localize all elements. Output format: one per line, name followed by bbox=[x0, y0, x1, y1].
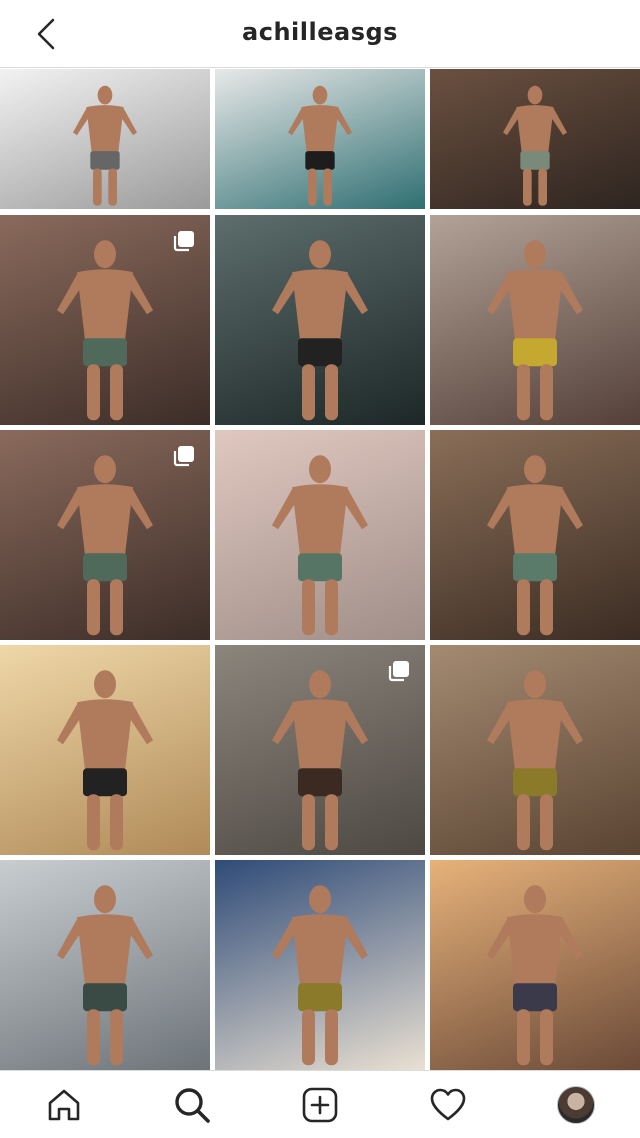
post-subject bbox=[57, 670, 153, 851]
grid-post-15[interactable] bbox=[430, 860, 640, 1070]
multiple-photos-icon bbox=[173, 231, 194, 252]
grid-post-8[interactable] bbox=[215, 430, 425, 640]
grid-post-12[interactable] bbox=[430, 645, 640, 855]
home-icon bbox=[48, 1089, 80, 1121]
grid-post-4[interactable] bbox=[0, 215, 210, 425]
top-bar: achilleasgs bbox=[0, 0, 640, 68]
post-subject bbox=[272, 240, 368, 421]
profile-avatar bbox=[557, 1086, 595, 1124]
bottom-tab-bar bbox=[0, 1070, 640, 1138]
multiple-photos-icon bbox=[173, 446, 194, 467]
grid-post-10[interactable] bbox=[0, 645, 210, 855]
heart-icon bbox=[430, 1088, 466, 1121]
grid-post-14[interactable] bbox=[215, 860, 425, 1070]
tab-new-post[interactable] bbox=[296, 1081, 344, 1129]
post-subject bbox=[487, 240, 583, 421]
post-subject bbox=[288, 85, 352, 206]
grid-post-11[interactable] bbox=[215, 645, 425, 855]
add-post-icon bbox=[302, 1087, 338, 1123]
grid-post-3[interactable] bbox=[430, 69, 640, 209]
grid-post-5[interactable] bbox=[215, 215, 425, 425]
tab-activity[interactable] bbox=[424, 1081, 472, 1129]
profile-username-title: achilleasgs bbox=[242, 18, 398, 46]
grid-post-9[interactable] bbox=[430, 430, 640, 640]
multiple-photos-icon bbox=[388, 661, 409, 682]
grid-post-13[interactable] bbox=[0, 860, 210, 1070]
post-subject bbox=[272, 455, 368, 636]
post-subject bbox=[73, 85, 137, 206]
post-subject bbox=[487, 670, 583, 851]
post-subject bbox=[503, 85, 567, 206]
tab-home[interactable] bbox=[40, 1081, 88, 1129]
grid-post-1[interactable] bbox=[0, 69, 210, 209]
search-icon bbox=[175, 1088, 210, 1123]
grid-post-6[interactable] bbox=[430, 215, 640, 425]
grid-post-7[interactable] bbox=[0, 430, 210, 640]
tab-profile[interactable] bbox=[552, 1081, 600, 1129]
post-subject bbox=[272, 885, 368, 1066]
post-subject bbox=[487, 455, 583, 636]
post-subject bbox=[57, 885, 153, 1066]
post-subject bbox=[487, 885, 583, 1066]
tab-search[interactable] bbox=[168, 1081, 216, 1129]
grid-post-2[interactable] bbox=[215, 69, 425, 209]
